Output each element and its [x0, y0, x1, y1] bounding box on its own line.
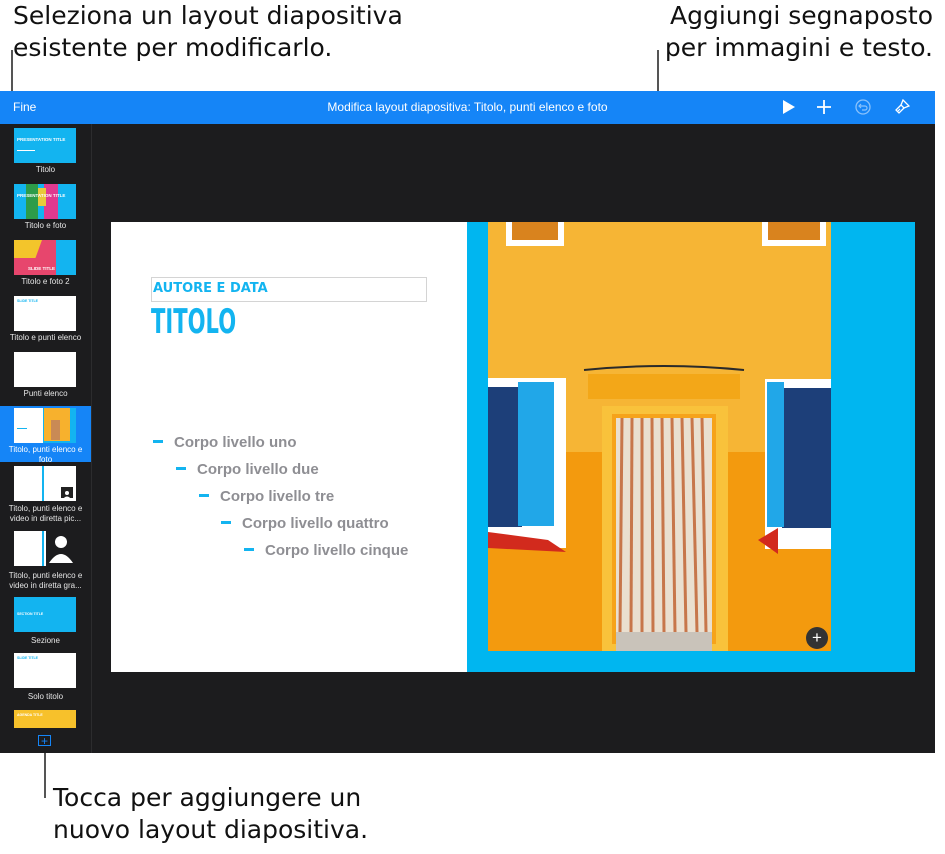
house-facade-image — [488, 222, 831, 651]
bullet-text: Corpo livello uno — [174, 434, 297, 451]
layout-thumbnail: SLIDE TITLE — [14, 653, 76, 688]
sidebar-item-titolo-e-punti-elenco[interactable]: SLIDE TITLE Titolo e punti elenco — [0, 292, 91, 348]
add-layout-button[interactable]: + — [38, 734, 51, 748]
callout-add-layout: Tocca per aggiungere un nuovo layout dia… — [53, 783, 369, 844]
bullet-text: Corpo livello tre — [220, 488, 335, 505]
author-date-text[interactable]: AUTORE E DATA — [153, 281, 268, 296]
toolbar: Fine Modifica layout diapositiva: Titolo… — [0, 91, 935, 124]
thumb-title-text: AGENDA TITLE — [17, 713, 43, 717]
thumb-title-text: SLIDE TITLE — [17, 299, 38, 303]
sidebar-item-label: Titolo e foto — [24, 221, 67, 230]
sidebar-item-label: Titolo, punti elenco e video in diretta … — [8, 571, 83, 590]
layout-thumbnail: SECTION TITLE — [14, 597, 76, 632]
sidebar-item-video-grande[interactable]: Titolo, punti elenco e video in diretta … — [0, 528, 91, 594]
person-icon — [61, 487, 73, 499]
sidebar-item-label: Punti elenco — [23, 389, 68, 398]
add-media-button[interactable]: + — [806, 627, 828, 649]
sidebar-item-label: Solo titolo — [27, 692, 64, 701]
layout-thumbnail: SLIDE TITLE — [14, 296, 76, 331]
bullet-text: Corpo livello cinque — [265, 542, 409, 559]
layout-thumbnail: PRESENTATION TITLE — [14, 128, 76, 163]
bullet-text: Corpo livello quattro — [242, 515, 389, 532]
callout-add-placeholders: Aggiungi segnaposto per immagini e testo… — [664, 1, 933, 62]
layout-editor: PRESENTATION TITLE Titolo PRESENTATION T… — [0, 124, 935, 753]
sidebar-item-label: Titolo, punti elenco e foto — [8, 445, 83, 464]
play-icon[interactable] — [779, 97, 799, 117]
sidebar-item-titolo-e-foto-2[interactable]: SLIDE TITLE Titolo e foto 2 — [0, 236, 91, 292]
sidebar-item-sezione[interactable]: SECTION TITLE Sezione — [0, 594, 91, 648]
sidebar-item-label: Sezione — [31, 636, 60, 645]
leader-line-add — [44, 752, 46, 798]
thumb-title-text: PRESENTATION TITLE — [17, 193, 66, 198]
slide-title[interactable]: TITOLO — [151, 302, 236, 342]
layout-thumbnail — [14, 466, 76, 501]
sidebar-item-punti-elenco[interactable]: Punti elenco — [0, 348, 91, 404]
photo-placeholder[interactable]: + — [488, 222, 831, 651]
slide-canvas[interactable]: AUTORE E DATA TITOLO Corpo livello uno C… — [111, 222, 915, 672]
sidebar-item-titolo-e-foto[interactable]: PRESENTATION TITLE Titolo e foto — [0, 180, 91, 236]
bullet-level-1[interactable]: Corpo livello uno — [153, 434, 297, 451]
thumb-title-text: SLIDE TITLE — [28, 266, 55, 271]
layout-thumbnail: AGENDA TITLE — [14, 710, 76, 728]
person-icon — [46, 531, 76, 566]
layout-thumbnail: SLIDE TITLE — [14, 240, 76, 275]
slide-blue-panel: + — [467, 222, 915, 672]
bullet-text: Corpo livello due — [197, 461, 319, 478]
plus-icon: + — [40, 734, 48, 748]
layout-sidebar[interactable]: PRESENTATION TITLE Titolo PRESENTATION T… — [0, 124, 92, 753]
sidebar-item-agenda[interactable]: AGENDA TITLE — [0, 707, 91, 729]
format-brush-icon[interactable] — [892, 97, 912, 117]
thumb-title-text: PRESENTATION TITLE — [17, 137, 66, 142]
layout-thumbnail — [14, 531, 76, 566]
sidebar-item-label: Titolo e punti elenco — [9, 333, 82, 342]
sidebar-item-titolo-punti-elenco-foto[interactable]: Titolo, punti elenco e foto — [0, 406, 91, 464]
bullet-level-4[interactable]: Corpo livello quattro — [221, 515, 389, 532]
bullet-level-5[interactable]: Corpo livello cinque — [244, 542, 408, 559]
plus-icon: + — [812, 628, 822, 647]
callout-select-layout: Seleziona un layout diapositiva esistent… — [13, 1, 403, 62]
thumb-title-text: SECTION TITLE — [17, 612, 44, 616]
layout-thumbnail — [14, 352, 76, 387]
sidebar-item-solo-titolo[interactable]: SLIDE TITLE Solo titolo — [0, 650, 91, 706]
thumb-title-text: SLIDE TITLE — [17, 656, 38, 660]
layout-thumbnail: PRESENTATION TITLE — [14, 184, 76, 219]
bullet-level-3[interactable]: Corpo livello tre — [199, 488, 334, 505]
undo-icon[interactable] — [853, 97, 873, 117]
add-icon[interactable] — [814, 97, 834, 117]
sidebar-item-label: Titolo — [35, 165, 56, 174]
sidebar-item-titolo[interactable]: PRESENTATION TITLE Titolo — [0, 124, 91, 180]
sidebar-item-label: Titolo e foto 2 — [21, 277, 70, 286]
sidebar-item-label: Titolo, punti elenco e video in diretta … — [8, 504, 83, 523]
bullet-level-2[interactable]: Corpo livello due — [176, 461, 319, 478]
layout-thumbnail — [14, 408, 76, 443]
sidebar-item-video-piccolo[interactable]: Titolo, punti elenco e video in diretta … — [0, 464, 91, 528]
